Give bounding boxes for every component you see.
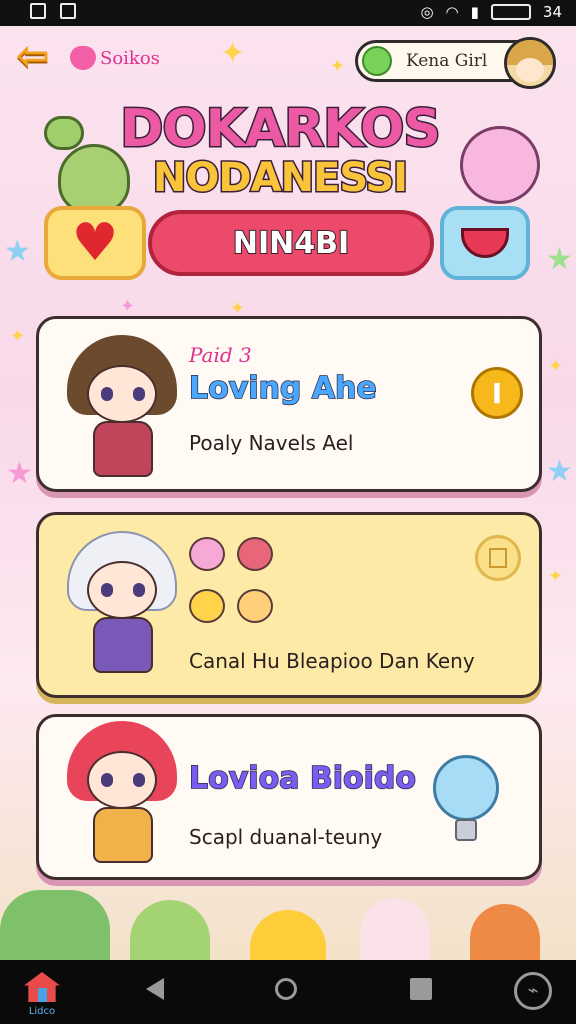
title-line-1: DOKARKOS xyxy=(119,99,443,159)
character-portrait xyxy=(57,335,187,485)
card-tag: Paid 3 xyxy=(189,343,252,367)
battery-icon xyxy=(490,4,531,20)
green-mascot-small xyxy=(130,900,210,960)
sparkle-icon: ✦ xyxy=(120,296,136,317)
heart-emoji-icon xyxy=(189,537,225,571)
smile-emoji-icon xyxy=(237,537,273,571)
home-circle-icon[interactable] xyxy=(275,978,297,1000)
sparkle-icon: ✦ xyxy=(548,566,564,587)
assistant-icon[interactable]: ⌁ xyxy=(514,972,552,1010)
character-portrait xyxy=(57,531,187,681)
fox-mascot xyxy=(470,904,540,960)
heart-icon: ♥ xyxy=(71,213,119,273)
status-bar: ◎ ◠ ▮ 34 xyxy=(0,0,576,26)
emoji-row xyxy=(189,589,273,623)
character-card[interactable]: Lovioa Bioido Scapl duanal-teuny xyxy=(36,714,542,880)
foreground-scenery xyxy=(0,886,576,960)
back-arrow-icon[interactable]: ⇦ xyxy=(16,36,56,78)
sparkle-icon: ✦ xyxy=(10,326,26,347)
star-icon: ★ xyxy=(6,456,33,491)
laugh-emoji-icon xyxy=(237,589,273,623)
yellow-mascot xyxy=(250,910,326,960)
coin-icon[interactable]: I xyxy=(471,367,523,419)
currency-display[interactable]: Soikos xyxy=(70,46,160,70)
slot-icon[interactable] xyxy=(475,535,521,581)
happy-emoji-icon xyxy=(189,589,225,623)
back-triangle-icon[interactable] xyxy=(146,978,164,1000)
emoji-row xyxy=(189,537,273,571)
character-card[interactable]: Paid 3 Loving Ahe Poaly Navels Ael I xyxy=(36,316,542,492)
gallery-icon xyxy=(30,3,46,19)
game-screen: ✦ ✦ ★ ★ ★ ✦ ★ ✦ ✦ ✦ ✦ ⇦ Soikos Kena Girl… xyxy=(0,26,576,960)
pink-mascot xyxy=(454,116,550,212)
user-name: Kena Girl xyxy=(406,51,488,71)
bush xyxy=(0,890,110,960)
chibi-girl xyxy=(360,898,430,960)
image-icon xyxy=(60,3,76,19)
card-subtitle: Poaly Navels Ael xyxy=(189,431,354,455)
main-tab-label: NIN4BI xyxy=(232,225,350,262)
wifi-icon: ◠ xyxy=(445,3,459,21)
favorites-button[interactable]: ♥ xyxy=(44,206,146,280)
signal-icon: ▮ xyxy=(470,3,479,21)
sparkle-icon: ✦ xyxy=(548,356,564,377)
title-line-2: NODANESSI xyxy=(151,155,409,202)
recent-apps-icon[interactable] xyxy=(410,978,432,1000)
card-subtitle: Canal Hu Bleapioo Dan Keny xyxy=(189,649,475,673)
user-profile-pill[interactable]: Kena Girl xyxy=(355,37,556,89)
star-icon: ★ xyxy=(546,454,573,489)
smile-button[interactable] xyxy=(440,206,530,280)
main-tab-button[interactable]: NIN4BI xyxy=(148,210,434,276)
system-nav-bar: Lidco ⌁ xyxy=(0,960,576,1024)
top-bar: ⇦ Soikos Kena Girl xyxy=(0,26,576,96)
heart-icon xyxy=(70,46,96,70)
home-app-button[interactable]: Lidco xyxy=(20,968,64,1018)
smile-icon xyxy=(461,228,509,258)
alarm-icon: ◎ xyxy=(420,3,434,21)
card-title: Lovioa Bioido xyxy=(188,760,417,797)
character-card[interactable]: Canal Hu Bleapioo Dan Keny xyxy=(36,512,542,698)
lightbulb-icon[interactable] xyxy=(433,755,499,847)
card-title: Loving Ahe xyxy=(188,370,377,407)
card-subtitle: Scapl duanal-teuny xyxy=(189,825,383,849)
game-title: DOKARKOS NODANESSI xyxy=(100,99,460,202)
home-label: Lidco xyxy=(28,1006,56,1017)
status-time: 34 xyxy=(542,3,562,21)
avatar[interactable] xyxy=(504,37,556,89)
user-badge-icon xyxy=(362,46,392,76)
currency-label: Soikos xyxy=(100,47,160,69)
tab-row: ♥ NIN4BI xyxy=(0,206,576,286)
character-portrait xyxy=(57,721,187,871)
